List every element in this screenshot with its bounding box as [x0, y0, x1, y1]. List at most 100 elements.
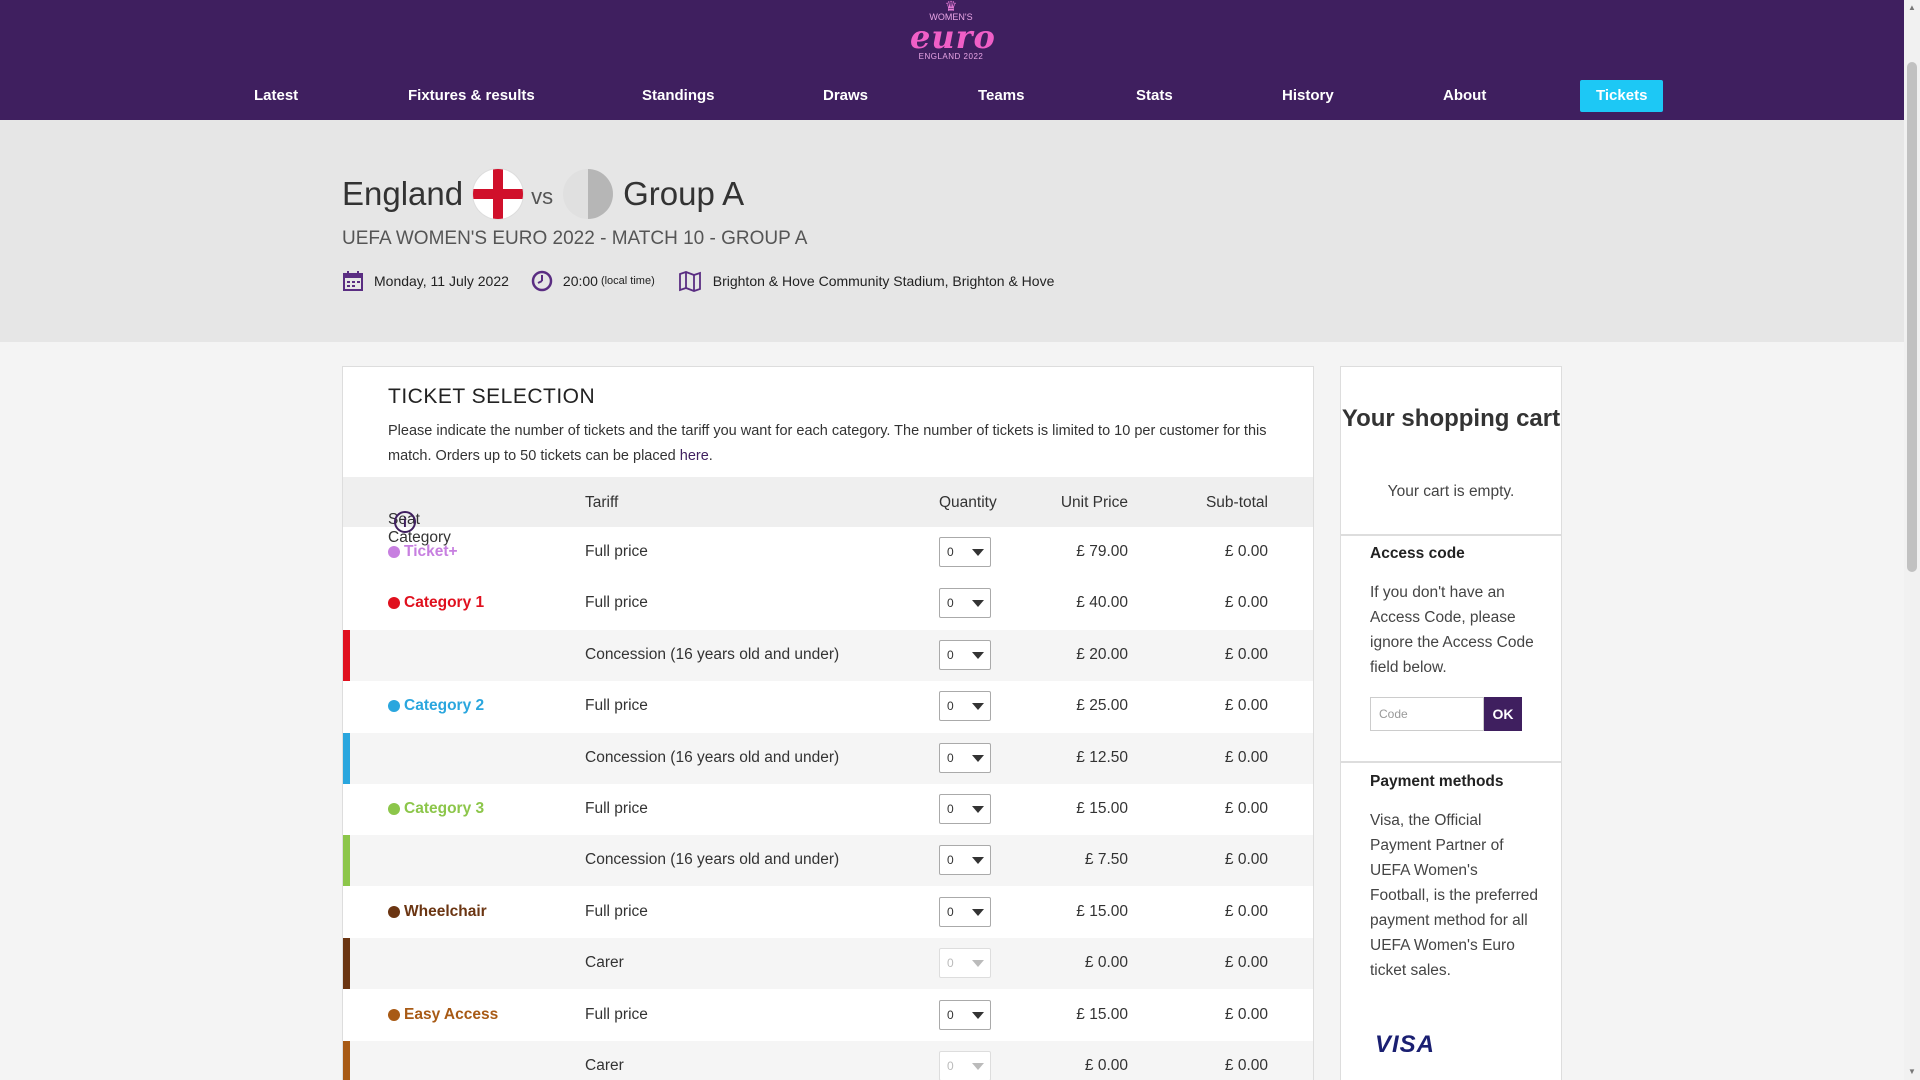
quantity-select[interactable]: 0	[939, 588, 991, 619]
access-code-input[interactable]	[1370, 697, 1484, 731]
cart-empty-message: Your cart is empty.	[1387, 483, 1515, 500]
col-tariff: Tariff	[585, 494, 619, 511]
subtotal: £ 0.00	[1224, 851, 1268, 869]
quantity-select[interactable]: 0	[939, 999, 991, 1030]
quantity-select[interactable]: 0	[939, 639, 991, 670]
payment-methods-title: Payment methods	[1370, 773, 1504, 790]
cart-title: Your shopping cart	[1341, 405, 1561, 432]
quantity-select[interactable]: 0	[939, 691, 991, 722]
quantity-value: 0	[947, 904, 954, 919]
chevron-down-icon	[972, 908, 984, 916]
col-quantity: Quantity	[939, 494, 997, 511]
unit-price: £ 15.00	[1076, 800, 1128, 817]
quantity-select[interactable]: 0	[939, 537, 991, 567]
ticket-intro: Please indicate the number of tickets an…	[388, 419, 1268, 478]
nav-history[interactable]: History	[1282, 80, 1334, 112]
tariff-label: Full price	[585, 594, 648, 612]
ticket-row: Wheelchair Full price 0 £ 15.00 £ 0.00	[343, 887, 1313, 938]
quantity-select[interactable]: 0	[939, 845, 991, 876]
ticket-selection-panel: TICKET SELECTION Please indicate the num…	[342, 366, 1314, 1080]
divider	[1341, 761, 1561, 763]
bulk-order-link[interactable]: here	[680, 448, 709, 464]
site-header: ♛ WOMEN'S euro ENGLAND 2022 Latest Fixtu…	[0, 0, 1904, 120]
category-dot-icon	[388, 905, 400, 918]
category-dot-icon	[388, 1008, 400, 1021]
seat-category-label: Category 2	[404, 697, 485, 715]
tariff-label: Full price	[585, 697, 648, 715]
vs-label: vs	[531, 184, 554, 209]
unit-price: £ 15.00	[1076, 902, 1128, 920]
womens-euro-logo[interactable]: ♛ WOMEN'S euro ENGLAND 2022	[910, 0, 995, 62]
nav-standings[interactable]: Standings	[642, 80, 715, 112]
nav-latest[interactable]: Latest	[254, 80, 298, 112]
seat-category: Ticket+	[388, 543, 458, 561]
seat-category-label: Easy Access	[404, 1005, 499, 1023]
chevron-down-icon	[972, 1011, 984, 1019]
access-code-ok-button[interactable]: OK	[1484, 697, 1522, 731]
ticket-row: Carer 0 £ 0.00 £ 0.00	[343, 1041, 1313, 1080]
scroll-up-arrow-icon[interactable]: ▲	[1904, 0, 1920, 16]
match-time: 20:00 (local time)	[531, 270, 655, 292]
quantity-value: 0	[947, 699, 954, 714]
ticket-table-header: Seat Category i Tariff Quantity Unit Pric…	[343, 477, 1313, 546]
unit-price: £ 25.00	[1076, 697, 1128, 715]
nav-tickets[interactable]: Tickets	[1580, 80, 1664, 112]
seat-category: Category 2	[388, 697, 484, 715]
calendar-icon	[343, 271, 363, 291]
seat-category-label: Category 3	[404, 800, 485, 817]
nav-stats[interactable]: Stats	[1136, 80, 1173, 112]
nav-about[interactable]: About	[1443, 80, 1486, 112]
ticket-row: Ticket+ Full price 0 £ 79.00 £ 0.00	[343, 527, 1313, 578]
ticket-row: Category 1 Full price 0 £ 40.00 £ 0.00	[343, 578, 1313, 629]
seat-category: Category 3	[388, 800, 484, 818]
quantity-value: 0	[947, 647, 954, 662]
quantity-value: 0	[947, 750, 954, 765]
subtotal: £ 0.00	[1224, 697, 1268, 715]
tariff-label: Full price	[585, 543, 648, 560]
category-dot-icon	[388, 597, 400, 610]
quantity-value: 0	[947, 956, 954, 971]
ticket-row: Concession (16 years old and under) 0 £ 20…	[343, 629, 1313, 681]
seat-category-label: Category 1	[404, 594, 485, 612]
crown-icon: ♛	[944, 0, 958, 14]
quantity-select[interactable]: 0	[939, 742, 991, 773]
map-icon	[678, 271, 701, 292]
ticket-row: Category 3 Full price 0 £ 15.00 £ 0.00	[343, 784, 1313, 835]
seat-category-label: Wheelchair	[404, 902, 487, 920]
tariff-label: Concession (16 years old and under)	[585, 645, 840, 663]
category-dot-icon	[388, 803, 400, 815]
ticket-selection-title: TICKET SELECTION	[388, 385, 596, 408]
quantity-value: 0	[947, 596, 954, 611]
quantity-value: 0	[947, 1007, 954, 1022]
nav-draws[interactable]: Draws	[823, 80, 868, 112]
quantity-select[interactable]: 0	[939, 794, 991, 824]
unit-price: £ 0.00	[1084, 1057, 1128, 1074]
main-nav: Latest Fixtures & results Standings Draw…	[0, 80, 1904, 112]
nav-teams[interactable]: Teams	[978, 80, 1024, 112]
england-flag-icon	[473, 169, 524, 219]
subtotal: £ 0.00	[1224, 1057, 1268, 1074]
quantity-value: 0	[947, 802, 954, 816]
divider	[1341, 534, 1561, 536]
ticket-row: Carer 0 £ 0.00 £ 0.00	[343, 938, 1313, 990]
chevron-down-icon	[972, 754, 984, 762]
shopping-cart-panel: Your shopping cart Your cart is empty. A…	[1340, 366, 1562, 1080]
category-color-bar	[343, 732, 350, 784]
clock-icon	[531, 270, 553, 292]
ticket-row: Concession (16 years old and under) 0 £ 12…	[343, 732, 1313, 784]
quantity-select[interactable]: 0	[939, 896, 991, 927]
placeholder-flag-icon	[563, 169, 614, 219]
scrollbar-thumb[interactable]	[1907, 62, 1917, 572]
scroll-down-arrow-icon[interactable]: ▼	[1904, 1064, 1920, 1080]
subtotal: £ 0.00	[1224, 1005, 1268, 1023]
seat-category: Easy Access	[388, 1006, 498, 1024]
subtotal: £ 0.00	[1224, 543, 1268, 560]
tariff-label: Concession (16 years old and under)	[585, 748, 840, 766]
quantity-select: 0	[939, 948, 991, 979]
away-team: Group A	[623, 175, 745, 212]
subtotal: £ 0.00	[1224, 645, 1268, 663]
tariff-label: Full price	[585, 902, 648, 920]
access-code-text: If you don't have an Access Code, please…	[1370, 584, 1534, 676]
ticket-row: Concession (16 years old and under) 0 £ 7.…	[343, 835, 1313, 887]
nav-fixtures-results[interactable]: Fixtures & results	[408, 80, 535, 112]
